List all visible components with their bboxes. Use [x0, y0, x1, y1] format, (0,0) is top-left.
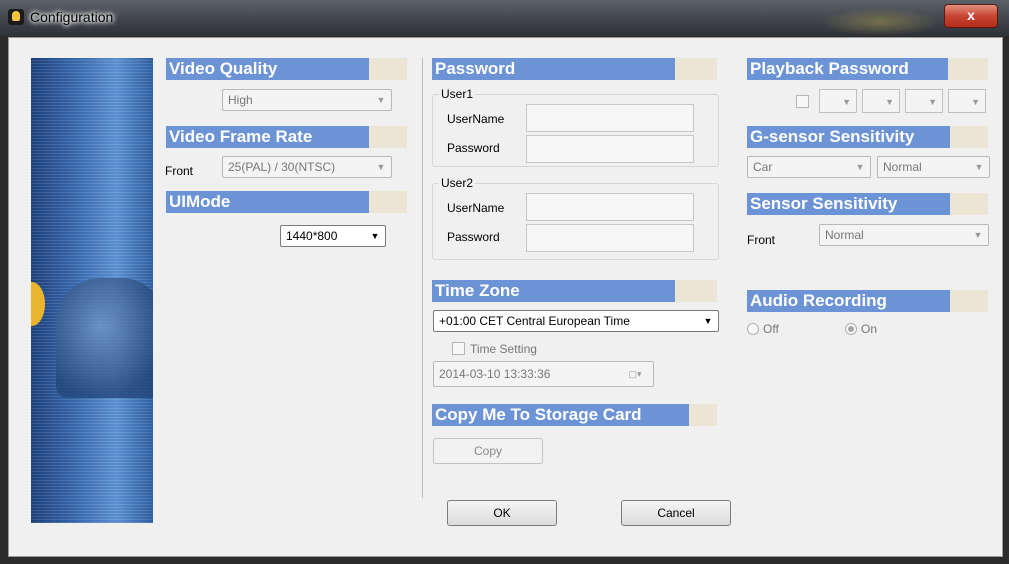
gsensor-level-select[interactable]: Normal ▼	[877, 156, 990, 178]
chevron-down-icon: ▼	[842, 97, 851, 107]
video-frame-rate-header: Video Frame Rate	[166, 126, 407, 148]
dialog-body: Video Quality High ▼ Video Frame Rate Fr…	[8, 37, 1003, 557]
copy-header: Copy Me To Storage Card	[432, 404, 717, 426]
chevron-down-icon: ▼	[928, 97, 937, 107]
user1-username-label: UserName	[447, 112, 505, 126]
user2-password-field[interactable]	[526, 224, 694, 252]
close-button[interactable]: x	[944, 4, 998, 28]
user1-caption: User1	[439, 87, 476, 101]
user2-password-label: Password	[447, 230, 500, 244]
ui-mode-header: UIMode	[166, 191, 407, 213]
audio-on-radio[interactable]	[845, 323, 857, 335]
user1-password-field[interactable]	[526, 135, 694, 163]
frame-rate-value: 25(PAL) / 30(NTSC)	[228, 160, 336, 174]
app-icon	[8, 9, 24, 25]
time-zone-header: Time Zone	[432, 280, 717, 302]
chevron-down-icon: ▼	[971, 97, 980, 107]
audio-off-radio[interactable]	[747, 323, 759, 335]
frame-rate-front-label: Front	[165, 164, 194, 178]
ui-mode-select[interactable]: 1440*800 ▼	[280, 225, 386, 247]
gsensor-header: G-sensor Sensitivity	[747, 126, 988, 148]
copy-button[interactable]: Copy	[433, 438, 543, 464]
user2-username-field[interactable]	[526, 193, 694, 221]
chevron-down-icon: ▼	[885, 97, 894, 107]
sensor-front-label: Front	[747, 233, 776, 247]
time-zone-select[interactable]: +01:00 CET Central European Time ▼	[433, 310, 719, 332]
password-header: Password	[432, 58, 717, 80]
audio-off-label: Off	[763, 322, 779, 336]
chevron-down-icon: ▼	[973, 230, 983, 240]
gsensor-vehicle-select[interactable]: Car ▼	[747, 156, 871, 178]
ui-mode-value: 1440*800	[286, 229, 338, 243]
playback-digit-3-select[interactable]: ▼	[905, 89, 943, 113]
time-setting-checkbox[interactable]	[452, 342, 465, 355]
config-window: Configuration x Video Quality High ▼ Vid…	[0, 0, 1009, 564]
ok-button[interactable]: OK	[447, 500, 557, 526]
playback-digit-4-select[interactable]: ▼	[948, 89, 986, 113]
user2-group: User2 UserName Password	[432, 176, 719, 260]
user1-group: User1 UserName Password	[432, 87, 719, 167]
chevron-down-icon: ▼	[376, 162, 386, 172]
video-quality-select[interactable]: High ▼	[222, 89, 392, 111]
side-banner-image	[31, 58, 153, 523]
audio-on-label: On	[861, 322, 878, 336]
time-zone-value: +01:00 CET Central European Time	[439, 314, 630, 328]
user2-username-label: UserName	[447, 201, 505, 215]
playback-digit-2-select[interactable]: ▼	[862, 89, 900, 113]
sensor-sensitivity-select[interactable]: Normal ▼	[819, 224, 989, 246]
time-setting-label: Time Setting	[470, 342, 537, 356]
frame-rate-select[interactable]: 25(PAL) / 30(NTSC) ▼	[222, 156, 392, 178]
title-bar[interactable]: Configuration x	[0, 0, 1009, 36]
calendar-icon[interactable]: ▢▾	[621, 362, 649, 382]
gsensor-level-value: Normal	[883, 160, 922, 174]
audio-recording-header: Audio Recording	[747, 290, 988, 312]
user2-caption: User2	[439, 176, 476, 190]
chevron-down-icon: ▼	[703, 316, 713, 326]
video-quality-value: High	[228, 93, 253, 107]
playback-digit-1-select[interactable]: ▼	[819, 89, 857, 113]
user1-username-field[interactable]	[526, 104, 694, 132]
chevron-down-icon: ▼	[370, 231, 380, 241]
datetime-picker[interactable]: 2014-03-10 13:33:36 ▢▾	[433, 361, 654, 387]
chevron-down-icon: ▼	[974, 162, 984, 172]
chevron-down-icon: ▼	[376, 95, 386, 105]
playback-password-header: Playback Password	[747, 58, 988, 80]
sensor-sensitivity-value: Normal	[825, 228, 864, 242]
user1-password-label: Password	[447, 141, 500, 155]
window-title: Configuration	[30, 9, 114, 25]
playback-password-checkbox[interactable]	[796, 95, 809, 108]
cancel-button[interactable]: Cancel	[621, 500, 731, 526]
gsensor-vehicle-value: Car	[753, 160, 773, 174]
sensor-sensitivity-header: Sensor Sensitivity	[747, 193, 988, 215]
datetime-value: 2014-03-10 13:33:36	[439, 367, 551, 381]
video-quality-header: Video Quality	[166, 58, 407, 80]
chevron-down-icon: ▼	[855, 162, 865, 172]
